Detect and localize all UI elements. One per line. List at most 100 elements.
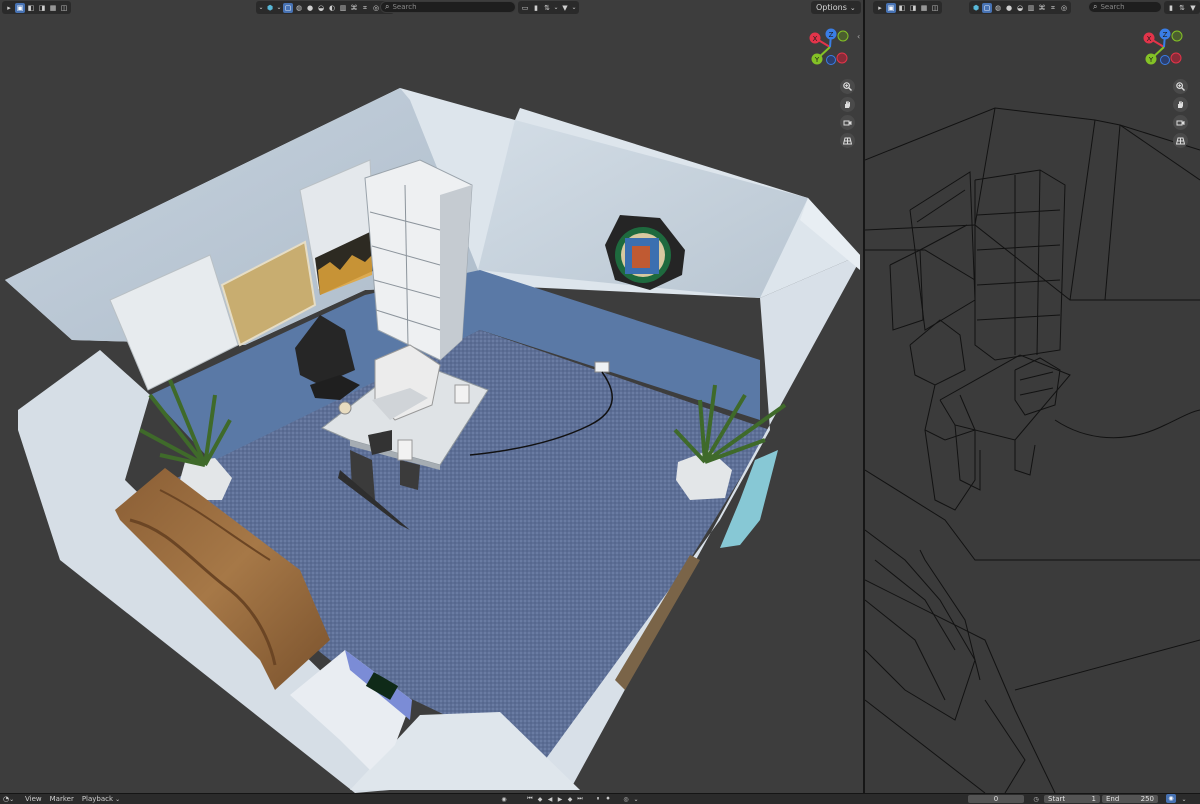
sync-icon[interactable]: ⇅ — [542, 3, 552, 13]
shading-material-icon[interactable]: ◒ — [316, 3, 326, 13]
grid-perspective-icon[interactable] — [1173, 133, 1188, 148]
hand-pan-icon[interactable] — [840, 97, 855, 112]
chevron-down-icon: ⌄ — [9, 795, 15, 803]
nav-buttons-right — [1173, 79, 1188, 148]
nav-buttons-left — [840, 79, 855, 148]
chevron-down-icon[interactable]: ⌄ — [632, 795, 640, 803]
sync-icon[interactable]: ⇅ — [1177, 3, 1187, 13]
viewport-wireframe[interactable]: ▸ ▣ ◧ ◨ ▦ ◫ ⬢ ▢ ◍ ● ◒ ▥ ⌘ ⌗ ◎ ⌕ ▮ ⇅ ▼ — [865, 0, 1200, 793]
filter-icon[interactable]: ▼ — [560, 3, 570, 13]
bookmark-icon[interactable]: ▮ — [1166, 3, 1176, 13]
viewport-material-preview[interactable]: ▸ ▣ ◧ ◨ ▦ ◫ ⌄ ⬢ ⌄ ▢ ◍ ● ◒ ◐ ▥ ⌘ ⌗ ◎ ⊙ ⌕ … — [0, 0, 863, 793]
select-subtract-icon[interactable]: ◨ — [908, 3, 918, 13]
timeline-menu-playback[interactable]: Playback ⌄ — [82, 795, 128, 803]
chevron-left-icon[interactable]: ‹ — [857, 32, 860, 41]
jump-end-icon[interactable]: ⏭ — [576, 795, 584, 803]
menu-label: Marker — [49, 795, 74, 803]
editor-type-icon[interactable]: ▸ — [875, 3, 885, 13]
shading-wireframe-icon[interactable]: ◍ — [993, 3, 1003, 13]
timeline-menu-marker[interactable]: Marker — [50, 795, 82, 803]
mode-toolbar-left: ▸ ▣ ◧ ◨ ▦ ◫ — [2, 1, 71, 14]
shading-wireframe-icon[interactable]: ◍ — [294, 3, 304, 13]
wireframe-render[interactable] — [865, 0, 1200, 793]
start-frame-field[interactable]: Start 1 — [1044, 795, 1100, 803]
select-invert-icon[interactable]: ▦ — [48, 3, 58, 13]
navigation-gizmo-right[interactable]: X Y Z — [1140, 27, 1188, 67]
record-icon[interactable]: ◎ — [622, 795, 630, 803]
editor-type-icon[interactable]: ▸ — [4, 3, 14, 13]
gizmo-x-label: X — [813, 35, 818, 43]
hand-pan-icon[interactable] — [1173, 97, 1188, 112]
camera-icon[interactable] — [840, 115, 855, 130]
gizmo-icon[interactable]: ⌘ — [349, 3, 359, 13]
clear-search-icon[interactable]: ▭ — [520, 3, 530, 13]
stopwatch-icon[interactable]: ◷ — [1032, 795, 1040, 803]
timeline-editor-type[interactable]: ◔ ⌄ — [0, 795, 25, 803]
select-box-icon[interactable]: ▣ — [886, 2, 896, 13]
toggle-xray-icon[interactable]: ▢ — [982, 2, 992, 13]
keyframe-insert-icon[interactable]: ⏺ — [604, 795, 612, 803]
options-button[interactable]: Options ⌄ — [811, 1, 861, 14]
shading-solid-icon[interactable]: ● — [1004, 3, 1014, 13]
keying-set-icon[interactable]: ⏸ — [594, 795, 602, 803]
shading-solid-icon[interactable]: ● — [305, 3, 315, 13]
filter-toolbar-left: ▭ ▮ ⇅ ⌄ ▼ ⌄ — [518, 1, 579, 14]
chevron-down-icon: ⌄ — [849, 3, 856, 12]
search-box-right[interactable]: ⌕ — [1088, 1, 1162, 13]
select-intersect-icon[interactable]: ◫ — [59, 3, 69, 13]
camera-icon[interactable] — [1173, 115, 1188, 130]
viewport-header-right: ▸ ▣ ◧ ◨ ▦ ◫ ⬢ ▢ ◍ ● ◒ ▥ ⌘ ⌗ ◎ ⌕ ▮ ⇅ ▼ — [865, 0, 1200, 15]
preview-range-icon[interactable]: ◉ — [1166, 794, 1176, 803]
prev-keyframe-icon[interactable]: ◆ — [536, 795, 544, 803]
gizmo-x-label: X — [1147, 35, 1152, 43]
timeline-menu-view[interactable]: View — [25, 795, 50, 803]
overlay-icon[interactable]: ▥ — [338, 3, 348, 13]
shading-toolbar-right: ⬢ ▢ ◍ ● ◒ ▥ ⌘ ⌗ ◎ — [969, 1, 1071, 14]
select-intersect-icon[interactable]: ◫ — [930, 3, 940, 13]
chevron-down-icon[interactable]: ⌄ — [571, 3, 577, 13]
play-reverse-icon[interactable]: ◀ — [546, 795, 554, 803]
toggle-xray-icon[interactable]: ▢ — [283, 2, 293, 13]
zoom-icon[interactable] — [1173, 79, 1188, 94]
object-types-icon[interactable]: ⬢ — [265, 3, 275, 13]
shading-material-icon[interactable]: ◒ — [1015, 3, 1025, 13]
select-box-icon[interactable]: ▣ — [15, 2, 25, 13]
chevron-down-icon[interactable]: ⌄ — [553, 3, 559, 13]
bookmark-icon[interactable]: ▮ — [531, 3, 541, 13]
search-input-left[interactable] — [389, 3, 511, 11]
object-types-icon[interactable]: ⬢ — [971, 3, 981, 13]
zoom-icon[interactable] — [840, 79, 855, 94]
chevron-down-icon: ⌄ — [115, 795, 121, 803]
chevron-down-icon[interactable]: ⌄ — [276, 3, 282, 13]
select-invert-icon[interactable]: ▦ — [919, 3, 929, 13]
mode-toolbar-right: ▸ ▣ ◧ ◨ ▦ ◫ — [873, 1, 942, 14]
auto-key-icon[interactable]: ◉ — [500, 795, 508, 803]
navigation-gizmo-left[interactable]: X Y Z — [806, 27, 854, 67]
gizmo-y-label: Y — [814, 56, 820, 64]
scene-render[interactable] — [0, 0, 863, 793]
filter-icon[interactable]: ▼ — [1188, 3, 1198, 13]
shading-rendered-icon[interactable]: ◐ — [327, 3, 337, 13]
options-label: Options — [816, 3, 847, 12]
start-label: Start — [1048, 795, 1066, 803]
select-extend-icon[interactable]: ◧ — [897, 3, 907, 13]
current-frame-value: 0 — [993, 795, 999, 803]
chevron-down-icon[interactable]: ⌄ — [1180, 795, 1188, 803]
next-keyframe-icon[interactable]: ◆ — [566, 795, 574, 803]
timeline-bar: ◔ ⌄ View Marker Playback ⌄ ◉ ⏮ ◆ ◀ ▶ ◆ ⏭ … — [0, 793, 1200, 804]
gizmo-icon[interactable]: ⌘ — [1037, 3, 1047, 13]
chevron-down-icon[interactable]: ⌄ — [258, 3, 264, 13]
current-frame-field[interactable]: 0 — [968, 795, 1024, 803]
search-box-left[interactable]: ⌕ — [380, 1, 516, 13]
select-subtract-icon[interactable]: ◨ — [37, 3, 47, 13]
proportional-edit-icon[interactable]: ◎ — [1059, 3, 1069, 13]
jump-start-icon[interactable]: ⏮ — [526, 795, 534, 803]
end-frame-field[interactable]: End 250 — [1102, 795, 1158, 803]
select-extend-icon[interactable]: ◧ — [26, 3, 36, 13]
overlay-icon[interactable]: ▥ — [1026, 3, 1036, 13]
snap-icon[interactable]: ⌗ — [1048, 3, 1058, 13]
play-icon[interactable]: ▶ — [556, 795, 564, 803]
search-input-right[interactable] — [1097, 3, 1157, 11]
grid-perspective-icon[interactable] — [840, 133, 855, 148]
snap-icon[interactable]: ⌗ — [360, 3, 370, 13]
